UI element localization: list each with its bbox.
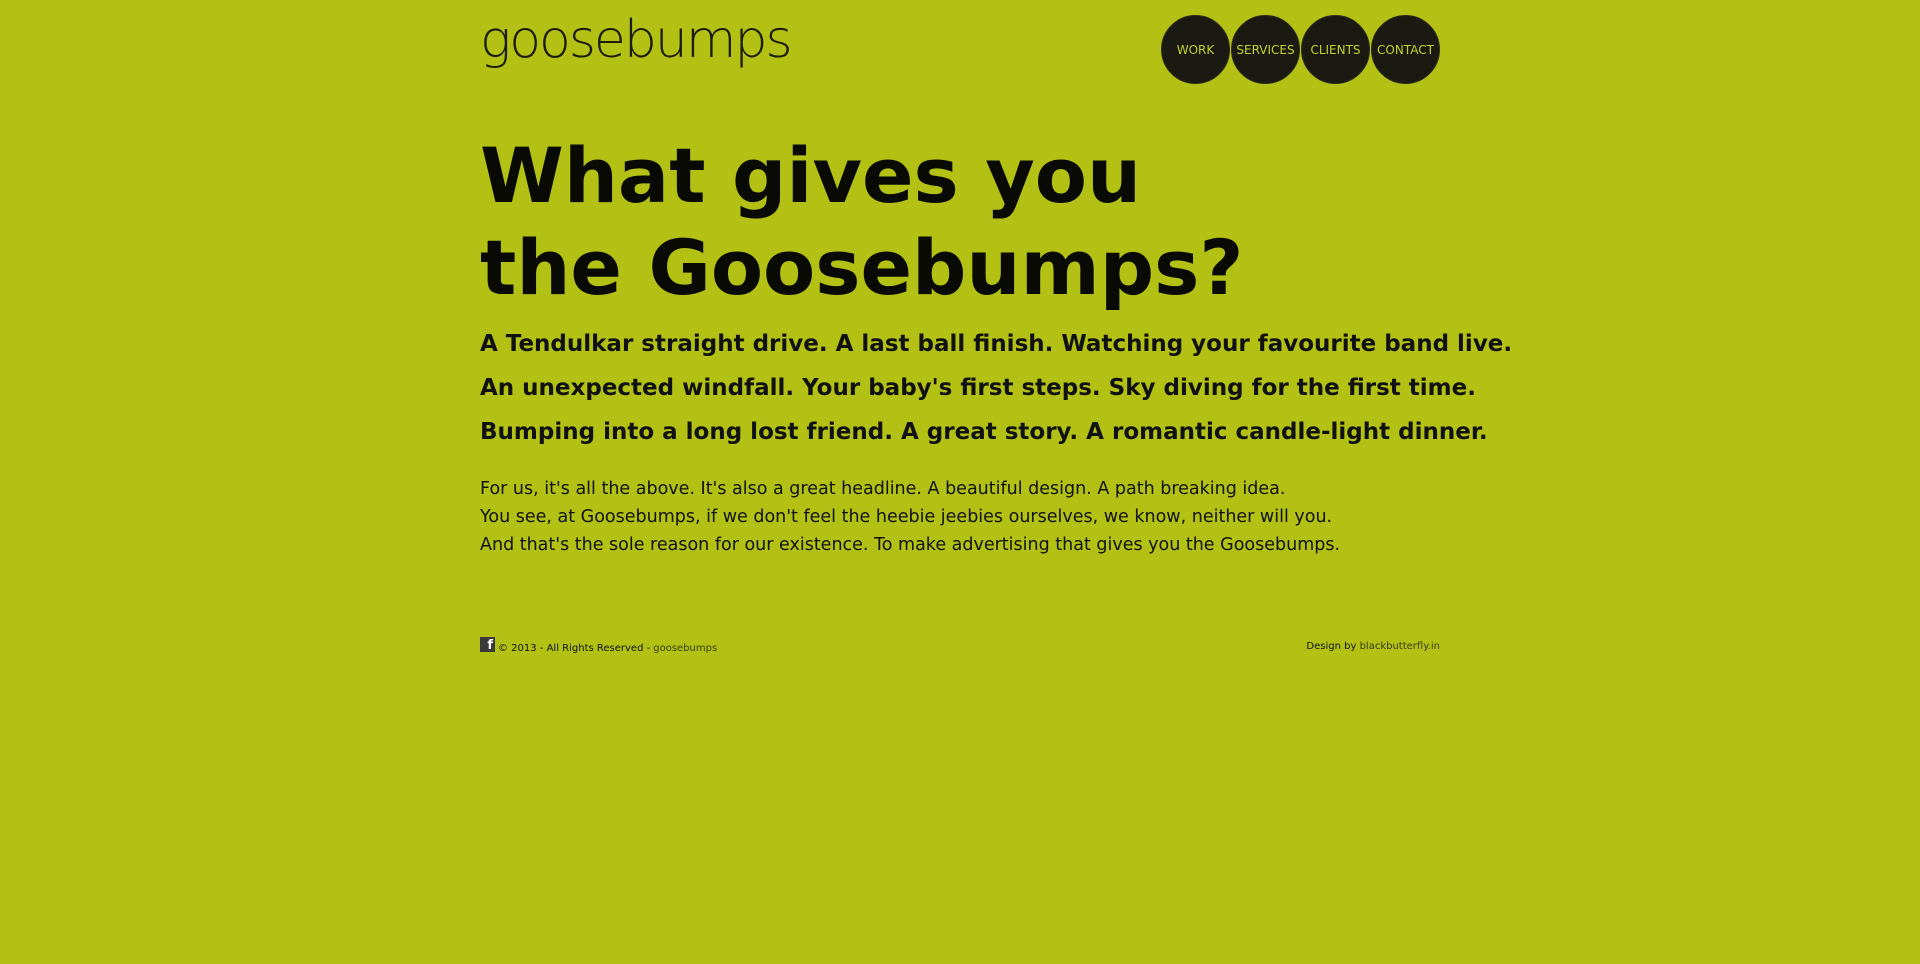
about-paragraph: For us, it's all the above. It's also a … <box>480 475 1340 559</box>
page-container: goosebumps WORK SERVICES CLIENTS CONTACT… <box>480 0 1512 964</box>
design-by-text: Design by <box>1306 641 1357 652</box>
footer-copyright: f © 2013 - All Rights Reserved - goosebu… <box>480 637 717 656</box>
nav-work[interactable]: WORK <box>1161 15 1230 84</box>
footer-credit: Design by blackbutterfly.in <box>1306 641 1440 652</box>
sub-line-2: An unexpected windfall. Your baby's firs… <box>480 375 1476 401</box>
body-line-1: For us, it's all the above. It's also a … <box>480 479 1286 499</box>
nav-clients[interactable]: CLIENTS <box>1301 15 1370 84</box>
hero-headline: What gives you the Goosebumps? <box>480 130 1243 314</box>
design-credit-link[interactable]: blackbutterfly.in <box>1360 641 1440 652</box>
hero-subtext: A Tendulkar straight drive. A last ball … <box>480 322 1512 454</box>
sub-line-1: A Tendulkar straight drive. A last ball … <box>480 331 1513 357</box>
facebook-icon[interactable]: f <box>480 637 495 652</box>
copyright-link[interactable]: goosebumps <box>653 643 717 654</box>
copyright-text: © 2013 - All Rights Reserved - <box>498 643 651 654</box>
sub-line-3: Bumping into a long lost friend. A great… <box>480 419 1488 445</box>
headline-line-1: What gives you <box>480 131 1142 220</box>
main-nav: WORK SERVICES CLIENTS CONTACT <box>1161 15 1440 84</box>
headline-line-2: the Goosebumps? <box>480 223 1244 312</box>
body-line-3: And that's the sole reason for our exist… <box>480 535 1341 555</box>
site-logo[interactable]: goosebumps <box>480 14 793 66</box>
nav-contact[interactable]: CONTACT <box>1371 15 1440 84</box>
body-line-2: You see, at Goosebumps, if we don't feel… <box>480 507 1333 527</box>
nav-services[interactable]: SERVICES <box>1231 15 1300 84</box>
